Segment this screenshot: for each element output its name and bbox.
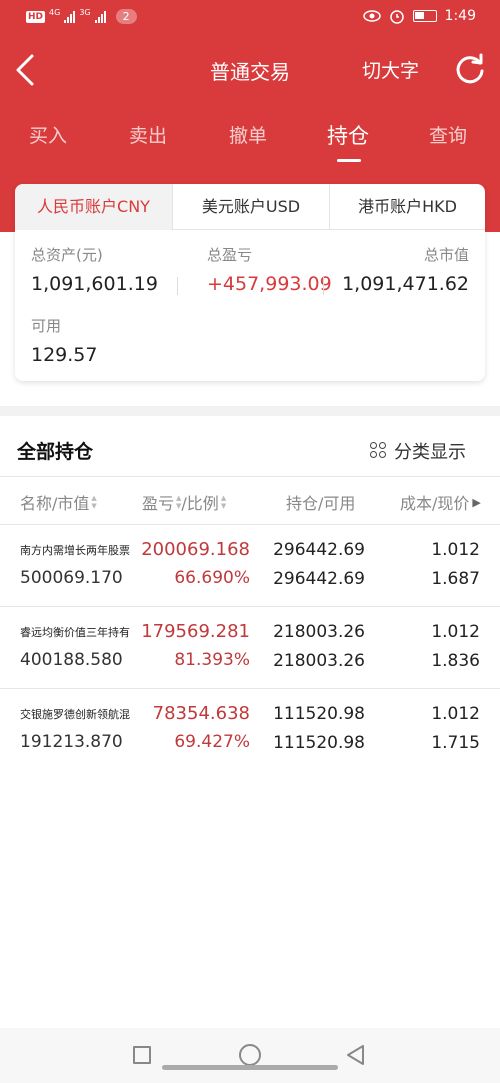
tab-buy[interactable]: 买入	[29, 121, 67, 148]
page-title: 普通交易	[210, 60, 290, 84]
profit-loss: 179569.281	[141, 621, 250, 642]
col-cost-price[interactable]: 成本/现价 ▶	[400, 490, 481, 514]
total-assets-label: 总资产(元)	[31, 246, 103, 264]
total-pl-label: 总盈亏	[207, 246, 253, 264]
refresh-icon[interactable]	[453, 52, 487, 86]
current-price: 1.687	[431, 569, 480, 589]
available-qty: 111520.98	[273, 733, 365, 753]
scroll-right-icon: ▶	[472, 495, 481, 509]
profit-loss: 200069.168	[141, 539, 250, 560]
profit-ratio: 81.393%	[174, 650, 250, 670]
tab-query[interactable]: 查询	[429, 121, 467, 148]
divider	[177, 277, 178, 295]
table-row[interactable]: 交银施罗德创新领航混 191213.870 78354.638 69.427% …	[0, 688, 500, 770]
network-type-2: 3G	[79, 7, 91, 17]
available-qty: 218003.26	[273, 651, 365, 671]
cost-price: 1.012	[431, 622, 480, 642]
col-name-label: 名称/市值	[20, 494, 90, 513]
col-position-label: 持仓/可用	[286, 494, 356, 513]
tab-indicator	[337, 159, 361, 162]
table-row[interactable]: 睿远均衡价值三年持有 400188.580 179569.281 81.393%…	[0, 606, 500, 688]
cost-price: 1.012	[431, 540, 480, 560]
sort-icon: ▲ ▼	[91, 494, 97, 510]
back-triangle-icon[interactable]	[344, 1043, 368, 1067]
position-qty: 218003.26	[273, 622, 365, 642]
available-value: 129.57	[31, 344, 98, 366]
current-price: 1.715	[431, 733, 480, 753]
col-name-mv[interactable]: 名称/市值 ▲ ▼	[20, 490, 97, 514]
tab-positions[interactable]: 持仓	[327, 120, 369, 150]
alarm-icon	[389, 10, 404, 24]
profit-loss: 78354.638	[152, 703, 250, 724]
fund-name: 南方内需增长两年股票	[20, 544, 130, 557]
recent-apps-icon[interactable]	[133, 1046, 151, 1064]
profit-ratio: 66.690%	[174, 568, 250, 588]
col-pl-ratio[interactable]: 盈亏 ▲ ▼ /比例 ▲ ▼	[142, 490, 226, 514]
status-bar: HD 4G 3G 2 1:49	[0, 0, 500, 36]
divider	[323, 277, 324, 295]
fund-name: 睿远均衡价值三年持有	[20, 626, 130, 639]
market-value: 191213.870	[20, 732, 123, 752]
market-value: 400188.580	[20, 650, 123, 670]
available-label: 可用	[31, 317, 62, 335]
battery-icon	[412, 10, 437, 22]
divider	[0, 476, 500, 477]
big-font-button[interactable]: 切大字	[362, 56, 419, 83]
trade-tabs: 买入 卖出 撤单 持仓 查询	[0, 115, 500, 165]
currency-tabs: 人民币账户CNY 美元账户USD 港币账户HKD	[15, 184, 485, 230]
tab-sell[interactable]: 卖出	[129, 121, 167, 148]
position-qty: 111520.98	[273, 704, 365, 724]
market-value: 500069.170	[20, 568, 123, 588]
market-value-label: 总市值	[423, 246, 469, 264]
col-position: 持仓/可用	[286, 490, 355, 514]
classify-label: 分类显示	[394, 442, 466, 463]
hd-badge: HD	[26, 10, 46, 23]
col-ratio-label: /比例	[181, 494, 219, 513]
home-icon[interactable]	[239, 1044, 261, 1066]
network-type-1: 4G	[49, 7, 61, 17]
profit-ratio: 69.427%	[174, 732, 250, 752]
col-cost-label: 成本/现价	[400, 494, 470, 513]
tab-hkd-account[interactable]: 港币账户HKD	[329, 184, 485, 230]
total-assets-value: 1,091,601.19	[31, 273, 158, 295]
fund-name: 交银施罗德创新领航混	[20, 708, 130, 721]
table-row[interactable]: 南方内需增长两年股票 500069.170 200069.168 66.690%…	[0, 524, 500, 606]
position-qty: 296442.69	[273, 540, 365, 560]
gesture-bar[interactable]	[162, 1065, 338, 1070]
total-pl-value: +457,993.09	[207, 273, 332, 295]
account-card: 人民币账户CNY 美元账户USD 港币账户HKD 总资产(元) 1,091,60…	[15, 184, 485, 381]
classify-display-button[interactable]: 分类显示	[370, 438, 466, 464]
cost-price: 1.012	[431, 704, 480, 724]
notification-count: 2	[115, 9, 137, 24]
clock: 1:49	[444, 8, 476, 24]
available-qty: 296442.69	[273, 569, 365, 589]
system-nav-bar	[0, 1028, 500, 1083]
grid-icon	[370, 442, 388, 460]
nav-bar: 普通交易 切大字	[0, 40, 500, 100]
signal-icon	[94, 10, 106, 23]
holdings-title: 全部持仓	[17, 441, 94, 463]
sort-icon: ▲ ▼	[220, 494, 227, 510]
current-price: 1.836	[431, 651, 480, 671]
market-value-value: 1,091,471.62	[342, 273, 469, 295]
signal-icon	[64, 10, 76, 23]
tab-cny-account[interactable]: 人民币账户CNY	[15, 184, 172, 230]
col-pl-label: 盈亏	[142, 494, 175, 513]
tab-cancel[interactable]: 撤单	[229, 121, 267, 148]
tab-usd-account[interactable]: 美元账户USD	[172, 184, 329, 230]
section-gap	[0, 406, 500, 416]
eye-icon	[362, 10, 381, 22]
